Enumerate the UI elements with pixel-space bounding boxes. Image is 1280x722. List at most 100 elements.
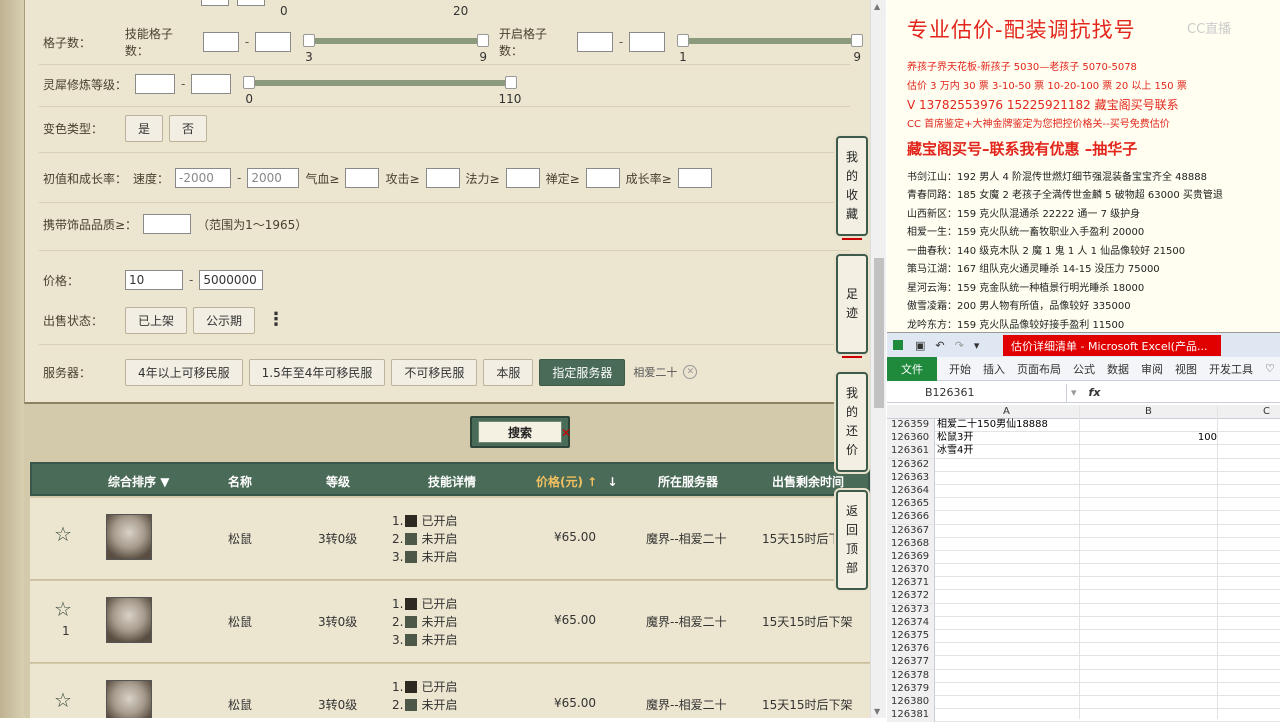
tab-home[interactable]: 开始 [949,361,971,377]
sheet-row[interactable]: 126381 [887,709,1280,722]
table-row[interactable]: ☆ 1 松鼠 3转0级 1. 已开启 2. 未开启 3. 未开启 ¥65.00 魔界-… [30,581,870,663]
my-bargain-button[interactable]: 我的还价 [836,372,868,472]
slider-handle-min[interactable] [303,34,316,47]
row-number[interactable]: 126375 [887,630,935,643]
scrollbar-thumb[interactable] [874,258,884,408]
sheet-row[interactable]: 126379 [887,682,1280,696]
skill-grid-min-input[interactable] [202,32,239,52]
row-number[interactable]: 126367 [887,524,935,538]
spirit-level-max-input[interactable] [191,74,232,94]
speed-min-input[interactable]: -2000 [175,168,232,188]
slider-handle-min[interactable] [677,34,690,47]
price-min-input[interactable]: 10 [125,270,183,290]
slider-handle-max[interactable] [505,76,518,89]
row-number[interactable]: 126365 [887,498,935,512]
spirit-level-slider[interactable]: 0 110 [243,74,521,106]
speed-max-input[interactable]: 2000 [247,168,300,188]
spirit-level-min-input[interactable] [135,74,175,94]
skill-grid-slider[interactable]: 3 9 [303,32,489,64]
redo-icon[interactable]: ↷ [955,339,964,352]
row-number[interactable]: 126363 [887,471,935,485]
save-icon[interactable]: ▣ [915,339,925,352]
slider-handle-min[interactable] [243,76,256,89]
row-number[interactable]: 126370 [887,564,935,578]
accessory-input[interactable] [143,214,192,234]
sheet-row[interactable]: 126359 相爱二十150男仙18888 [887,419,1280,433]
row-number[interactable]: 126377 [887,656,935,670]
open-grid-slider[interactable]: 1 9 [677,32,863,64]
star-icon[interactable]: ☆ [54,524,72,544]
server-option-this[interactable]: 本服 [483,358,534,386]
scroll-up-icon[interactable]: ▲ [874,2,880,11]
sheet-row[interactable]: 126371 [887,577,1280,591]
tab-view[interactable]: 视图 [1175,361,1197,377]
row-number[interactable]: 126378 [887,669,935,683]
sheet-row[interactable]: 126374 [887,616,1280,630]
sheet-row[interactable]: 126365 [887,498,1280,512]
name-box-dropdown-icon[interactable]: ▾ [1071,386,1077,399]
tab-review[interactable]: 审阅 [1141,361,1163,377]
attack-input[interactable] [425,168,460,188]
page-scrollbar[interactable]: ▲ ▼ [870,0,886,718]
row-number[interactable]: 126368 [887,537,935,551]
footprint-button[interactable]: 足迹 [836,254,868,358]
row-number[interactable]: 126364 [887,484,935,498]
row-number[interactable]: 126373 [887,603,935,617]
tab-developer[interactable]: 开发工具 [1209,361,1253,377]
sheet-row[interactable]: 126367 [887,524,1280,538]
preview-button[interactable]: 公示期 [193,306,256,334]
undo-icon[interactable]: ↶ [935,339,944,352]
skill-grid-max-input[interactable] [255,32,292,52]
row-number[interactable]: 126360 [887,432,935,446]
scroll-down-icon[interactable]: ▼ [874,707,880,716]
sheet-row[interactable]: 126380 [887,695,1280,710]
tab-file[interactable]: 文件 [887,356,937,381]
row-number[interactable]: 126372 [887,590,935,604]
cutoff-input-min[interactable] [201,0,229,6]
color-type-yes-button[interactable]: 是 [125,114,164,142]
row-number[interactable]: 126374 [887,616,935,630]
spreadsheet-grid[interactable]: 126359 相爱二十150男仙18888 126360 松鼠3开 100 126361 冰… [887,419,1280,722]
tab-data[interactable]: 数据 [1107,361,1129,377]
cell-b[interactable]: 100 [1177,432,1217,444]
tab-page-layout[interactable]: 页面布局 [1017,361,1061,377]
sort-down-arrow-icon[interactable]: ↓ [607,475,617,489]
sheet-row[interactable]: 126369 [887,550,1280,565]
more-options-icon[interactable]: ⋮ [267,311,285,329]
sheet-row[interactable]: 126377 [887,656,1280,670]
table-row[interactable]: ☆ 松鼠 3转0级 1. 已开启 2. 未开启 ¥65.00 魔界--相爱二十 15… [30,664,870,718]
hp-input[interactable] [345,168,380,188]
row-number[interactable]: 126361 [887,445,935,459]
server-option-1-5yr[interactable]: 1.5年至4年可移民服 [248,358,386,386]
slider-handle-max[interactable] [476,34,489,47]
row-number[interactable]: 126371 [887,577,935,591]
star-icon[interactable]: ☆ [54,599,72,619]
fx-icon[interactable]: fx [1089,386,1101,399]
row-number[interactable]: 126379 [887,682,935,696]
cell-a[interactable]: 松鼠3开 [937,432,973,444]
name-box[interactable]: B126361 [887,383,1067,402]
sheet-row[interactable]: 126373 [887,603,1280,617]
my-favorites-button[interactable]: 我的收藏 [836,136,868,240]
sort-header[interactable]: 综合排序 ▼ [108,473,169,490]
sheet-row[interactable]: 126362 [887,458,1280,472]
tab-insert[interactable]: 插入 [983,361,1005,377]
open-grid-max-input[interactable] [629,32,666,52]
row-number[interactable]: 126359 [887,419,935,432]
table-row[interactable]: ☆ 松鼠 3转0级 1. 已开启 2. 未开启 3. 未开启 ¥65.00 魔界--相… [30,498,870,580]
cell-a[interactable]: 相爱二十150男仙18888 [937,419,1048,431]
search-button[interactable]: 搜索 ✕ [470,416,571,448]
row-number[interactable]: 126380 [887,695,935,709]
open-grid-min-input[interactable] [576,32,613,52]
slider-handle-max[interactable] [850,34,863,47]
sheet-row[interactable]: 126364 [887,484,1280,499]
server-option-no-migrate[interactable]: 不可移民服 [391,358,478,386]
quick-access-dropdown-icon[interactable]: ▾ [974,339,980,352]
cell-a[interactable]: 冰雪4开 [937,445,973,457]
row-number[interactable]: 126381 [887,709,935,722]
sheet-row[interactable]: 126366 [887,511,1280,525]
column-a-header[interactable]: A [1003,406,1010,417]
tab-formulas[interactable]: 公式 [1073,361,1095,377]
sheet-row[interactable]: 126378 [887,669,1280,683]
star-icon[interactable]: ☆ [54,690,72,710]
